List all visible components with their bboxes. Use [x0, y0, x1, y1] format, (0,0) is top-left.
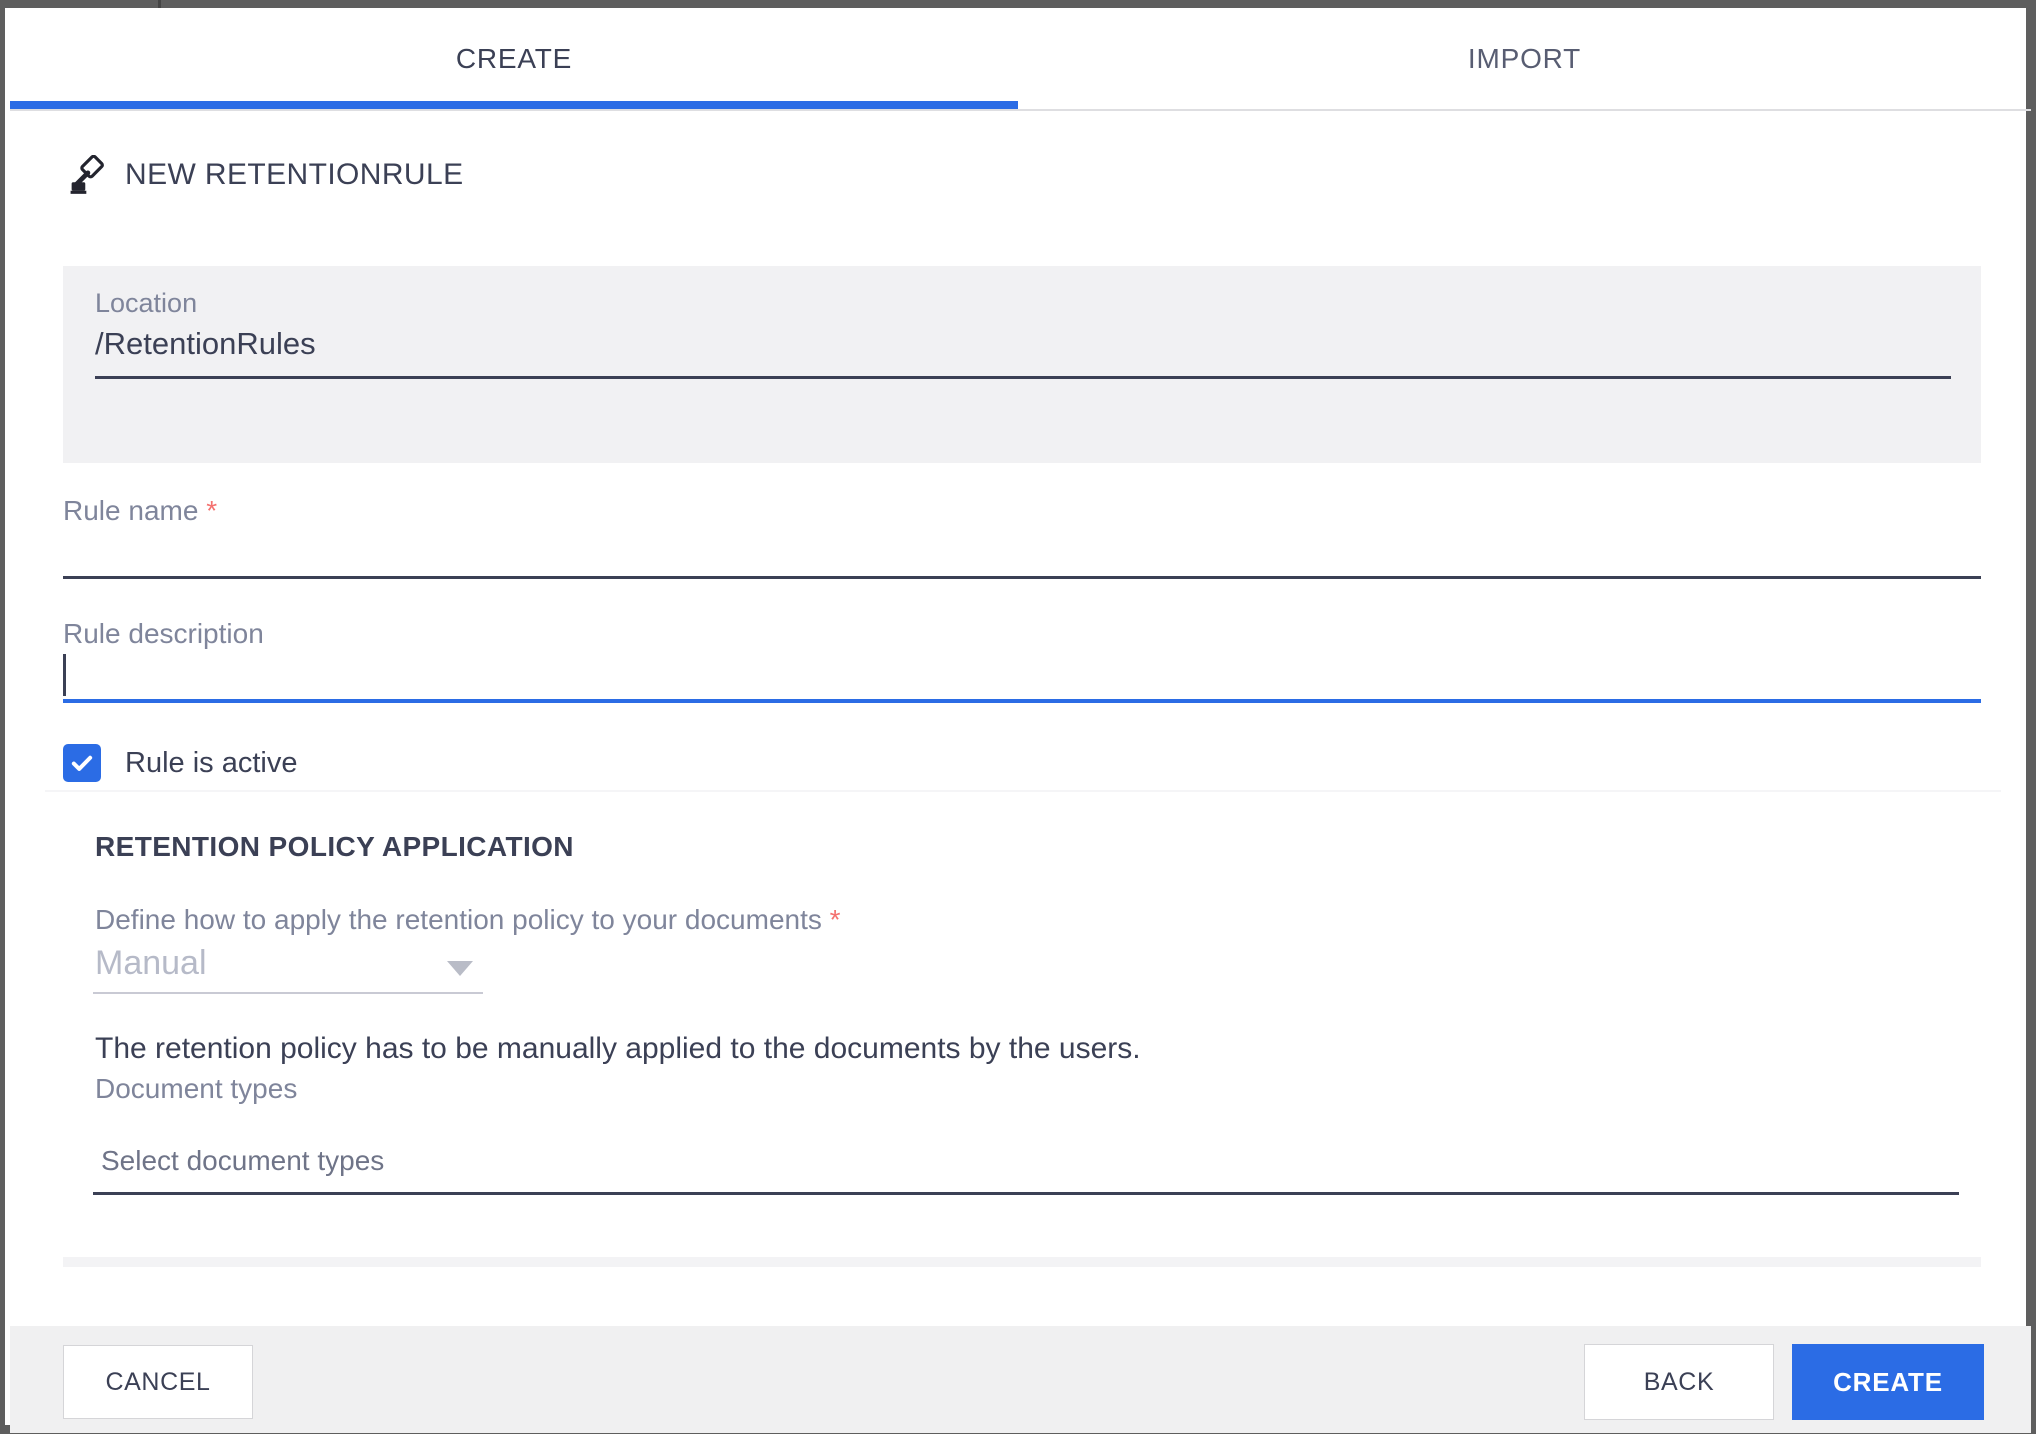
tab-bar-divider: [10, 109, 2031, 111]
new-retention-rule-dialog: CREATE IMPORT NEW RETENTIONRULE Location: [5, 8, 2031, 1433]
apply-method-required-marker: *: [829, 904, 841, 935]
create-button[interactable]: CREATE: [1792, 1344, 1984, 1420]
apply-method-select[interactable]: Manual: [93, 938, 483, 994]
rule-active-label: Rule is active: [125, 746, 298, 779]
location-value: /RetentionRules: [95, 326, 316, 361]
apply-method-value: Manual: [95, 944, 207, 982]
document-types-input[interactable]: [99, 1144, 1803, 1178]
tab-create-label: CREATE: [455, 43, 573, 74]
tab-import[interactable]: IMPORT: [1018, 16, 2031, 102]
text-cursor: [63, 654, 66, 696]
rule-description-label: Rule description: [63, 618, 264, 649]
retention-policy-section-title: RETENTION POLICY APPLICATION: [95, 831, 574, 862]
dialog-footer: CANCEL BACK CREATE: [10, 1326, 2031, 1433]
document-types-field[interactable]: [93, 1130, 1959, 1195]
chevron-down-icon: [447, 961, 473, 976]
apply-method-label: Define how to apply the retention policy…: [95, 904, 841, 936]
create-button-label: CREATE: [1833, 1366, 1943, 1397]
rule-name-required-marker: *: [206, 495, 218, 526]
screenshot-root: CREATE IMPORT NEW RETENTIONRULE Location: [0, 0, 2036, 1434]
location-input[interactable]: /RetentionRules: [95, 322, 1951, 379]
document-types-label: Document types: [95, 1073, 298, 1104]
page-title: NEW RETENTIONRULE: [125, 158, 464, 191]
section-divider: [45, 790, 2001, 792]
tab-import-label: IMPORT: [1467, 43, 1582, 74]
content-bottom-band: [63, 1257, 1981, 1267]
back-button[interactable]: BACK: [1584, 1344, 1774, 1420]
location-section: Location /RetentionRules: [63, 266, 1981, 463]
location-label: Location: [95, 288, 198, 318]
rule-active-checkbox[interactable]: [63, 744, 101, 782]
rule-name-label: Rule name *: [63, 495, 217, 527]
cancel-button-label: CANCEL: [105, 1367, 211, 1396]
gavel-icon: [69, 154, 111, 197]
rule-name-input[interactable]: [63, 528, 1981, 579]
checkmark-icon: [71, 755, 93, 771]
active-tab-indicator: [10, 101, 1018, 109]
rule-description-input[interactable]: [63, 649, 1981, 703]
tab-create[interactable]: CREATE: [10, 16, 1018, 102]
apply-method-label-text: Define how to apply the retention policy…: [95, 904, 822, 935]
rule-active-checkbox-row[interactable]: Rule is active: [63, 743, 297, 783]
back-button-label: BACK: [1643, 1367, 1715, 1396]
rule-name-label-text: Rule name: [63, 495, 199, 526]
apply-method-hint: The retention policy has to be manually …: [95, 1032, 1141, 1065]
cancel-button[interactable]: CANCEL: [63, 1345, 253, 1419]
